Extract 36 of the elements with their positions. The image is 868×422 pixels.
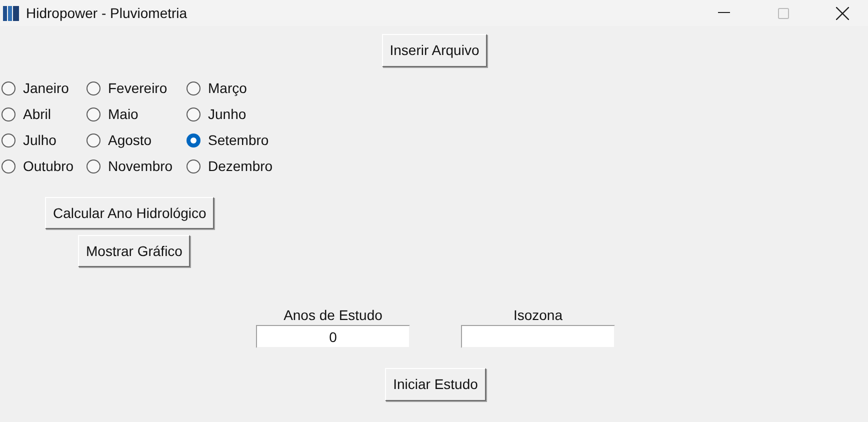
insert-file-button[interactable]: Inserir Arquivo — [382, 34, 488, 67]
month-label[interactable]: Abril — [23, 104, 52, 124]
radio-button[interactable] — [186, 158, 201, 174]
field-label: Anos de Estudo — [284, 306, 382, 325]
minimize-icon[interactable] — [718, 12, 730, 14]
month-label[interactable]: Março — [208, 78, 247, 98]
input-field[interactable]: 0 — [256, 325, 410, 348]
window-title: Hidropower - Pluviometria — [26, 4, 188, 23]
close-icon[interactable] — [836, 6, 849, 20]
radio-button[interactable] — [186, 80, 201, 96]
month-label[interactable]: Dezembro — [208, 156, 273, 176]
month-label[interactable]: Novembro — [108, 156, 173, 176]
radio-button[interactable] — [86, 106, 101, 122]
month-label[interactable]: Agosto — [108, 130, 152, 150]
radio-button[interactable] — [1, 106, 16, 122]
radio-button[interactable] — [86, 80, 101, 96]
month-label[interactable]: Maio — [108, 104, 138, 124]
radio-button[interactable] — [1, 158, 16, 174]
month-label[interactable]: Setembro — [208, 130, 269, 150]
radio-button[interactable] — [186, 132, 201, 148]
radio-button[interactable] — [86, 158, 101, 174]
month-label[interactable]: Junho — [208, 104, 246, 124]
month-label[interactable]: Outubro — [23, 156, 74, 176]
radio-button[interactable] — [1, 80, 16, 96]
month-label[interactable]: Julho — [23, 130, 56, 150]
radio-button[interactable] — [1, 132, 16, 148]
month-label[interactable]: Janeiro — [23, 78, 69, 98]
input-field[interactable] — [461, 325, 615, 348]
show-chart-button[interactable]: Mostrar Gráfico — [78, 235, 190, 267]
radio-button[interactable] — [86, 132, 101, 148]
start-study-button[interactable]: Iniciar Estudo — [385, 368, 486, 401]
calculate-hydrological-year-button[interactable]: Calcular Ano Hidrológico — [45, 197, 214, 229]
field-label: Isozona — [513, 306, 563, 325]
radio-button[interactable] — [186, 106, 201, 122]
app-icon — [3, 4, 20, 22]
month-label[interactable]: Fevereiro — [108, 78, 168, 98]
